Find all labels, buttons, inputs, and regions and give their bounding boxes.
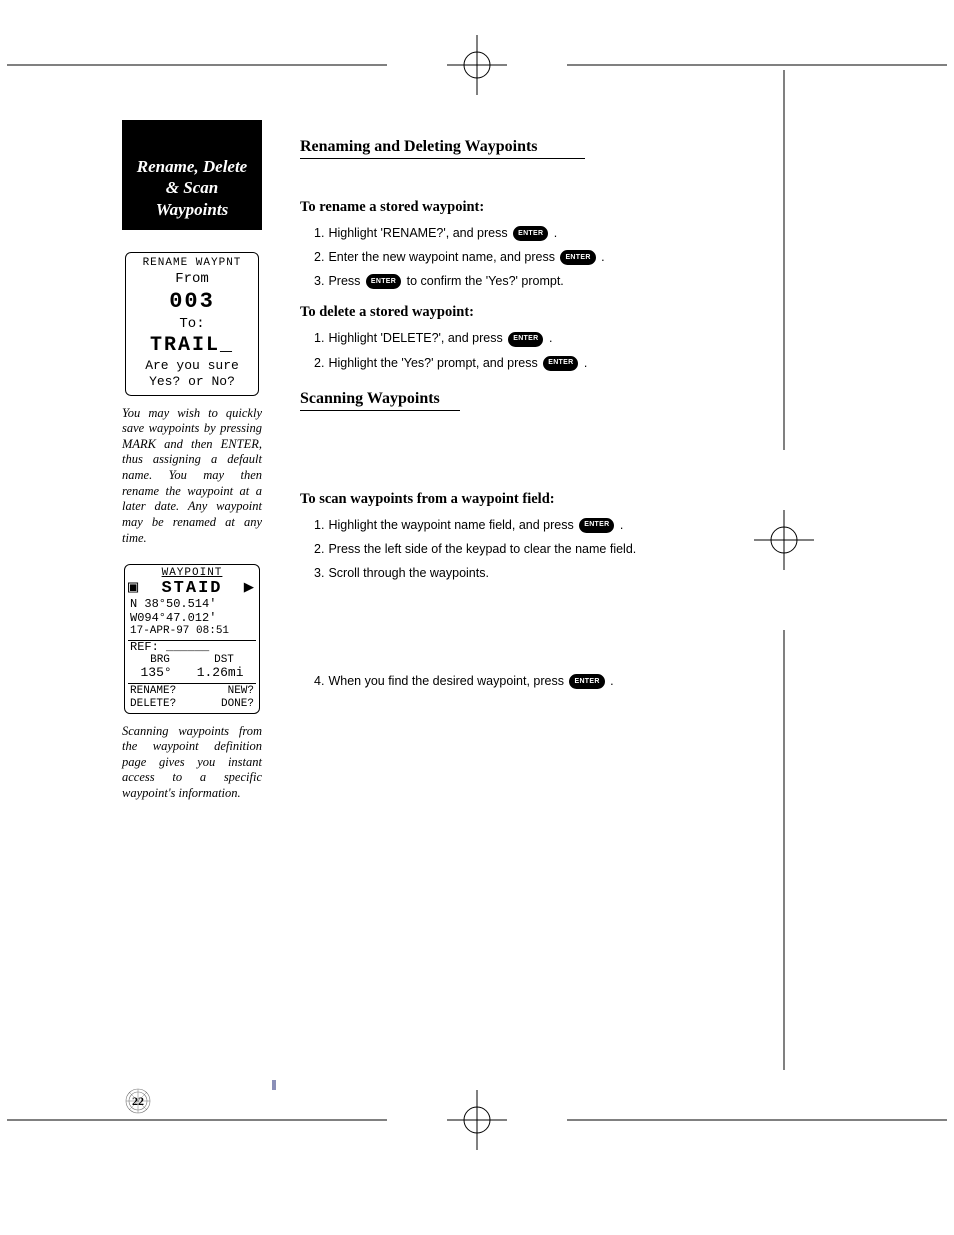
- chapter-title-box: Rename, Delete & Scan Waypoints: [122, 120, 262, 230]
- lcd2-dst-value: 1.26mi: [197, 666, 244, 681]
- enter-key-icon: ENTER: [579, 518, 614, 533]
- lcd2-opt-new: NEW?: [228, 685, 254, 697]
- caption-scan: Scanning waypoints from the waypoint def…: [122, 724, 262, 802]
- lcd1-header: RENAME WAYPNT: [128, 257, 256, 271]
- delete-step-2: 2. Highlight the 'Yes?' prompt, and pres…: [314, 354, 644, 372]
- lcd2-ref-label: REF:: [130, 640, 159, 654]
- scan-step-4: 4. When you find the desired waypoint, p…: [314, 672, 644, 690]
- lcd-rename-waypoint: RENAME WAYPNT From 003 To: TRAIL_ Are yo…: [125, 252, 259, 396]
- enter-key-icon: ENTER: [569, 674, 604, 689]
- crop-mark-top: [0, 35, 954, 95]
- lcd-waypoint-def: WAYPOINT ▣ STAID ▶ N 38°50.514' W094°47.…: [124, 564, 260, 713]
- lcd2-brg-value: 135°: [140, 666, 171, 681]
- enter-key-icon: ENTER: [513, 226, 548, 241]
- section-scanning: Scanning Waypoints: [300, 390, 460, 411]
- page-number: 22: [132, 1094, 144, 1109]
- chapter-title-l1: Rename, Delete: [128, 156, 256, 177]
- enter-key-icon: ENTER: [543, 356, 578, 371]
- lcd2-ref-value: ______: [166, 640, 209, 654]
- heading-scan: To scan waypoints from a waypoint field:: [300, 491, 814, 508]
- enter-key-icon: ENTER: [366, 274, 401, 289]
- rename-step-2: 2. Enter the new waypoint name, and pres…: [314, 248, 644, 266]
- lcd2-header: WAYPOINT: [128, 567, 256, 579]
- rename-step-3: 3. Press ENTER to confirm the 'Yes?' pro…: [314, 272, 644, 290]
- page-number-badge: 22: [124, 1087, 152, 1115]
- lcd2-coord-n: N 38°50.514': [128, 598, 256, 611]
- enter-key-icon: ENTER: [560, 250, 595, 265]
- lcd2-opt-delete: DELETE?: [130, 698, 176, 710]
- scan-step-1: 1. Highlight the waypoint name field, an…: [314, 516, 644, 534]
- gutter-mark: [272, 1080, 276, 1090]
- heading-delete: To delete a stored waypoint:: [300, 304, 814, 321]
- lcd1-confirm-l2: Yes? or No?: [128, 374, 256, 390]
- section-rename-delete: Renaming and Deleting Waypoints: [300, 138, 585, 159]
- lcd1-from-label: From: [128, 271, 256, 289]
- rename-step-1: 1. Highlight 'RENAME?', and press ENTER …: [314, 224, 644, 242]
- lcd2-opt-done: DONE?: [221, 698, 254, 710]
- caption-rename: You may wish to quickly save waypoints b…: [122, 406, 262, 547]
- lcd1-from-value: 003: [128, 288, 256, 316]
- lcd2-date: 17-APR-97 08:51: [128, 625, 256, 640]
- lcd2-name: STAID: [161, 579, 222, 598]
- scan-step-3: 3. Scroll through the waypoints.: [314, 564, 644, 582]
- lcd2-opt-rename: RENAME?: [130, 685, 176, 697]
- lcd1-to-label: To:: [128, 316, 256, 334]
- heading-rename: To rename a stored waypoint:: [300, 199, 814, 216]
- lcd1-confirm-l1: Are you sure: [128, 358, 256, 374]
- chapter-title-l2: & Scan: [128, 177, 256, 198]
- enter-key-icon: ENTER: [508, 332, 543, 347]
- lcd1-to-value: TRAIL_: [128, 333, 256, 358]
- delete-step-1: 1. Highlight 'DELETE?', and press ENTER …: [314, 329, 644, 347]
- chapter-title-l3: Waypoints: [128, 199, 256, 220]
- scan-step-2: 2. Press the left side of the keypad to …: [314, 540, 644, 558]
- lcd2-coord-w: W094°47.012': [128, 612, 256, 625]
- house-icon: ▣: [128, 579, 140, 598]
- flag-icon: ▶: [244, 579, 256, 598]
